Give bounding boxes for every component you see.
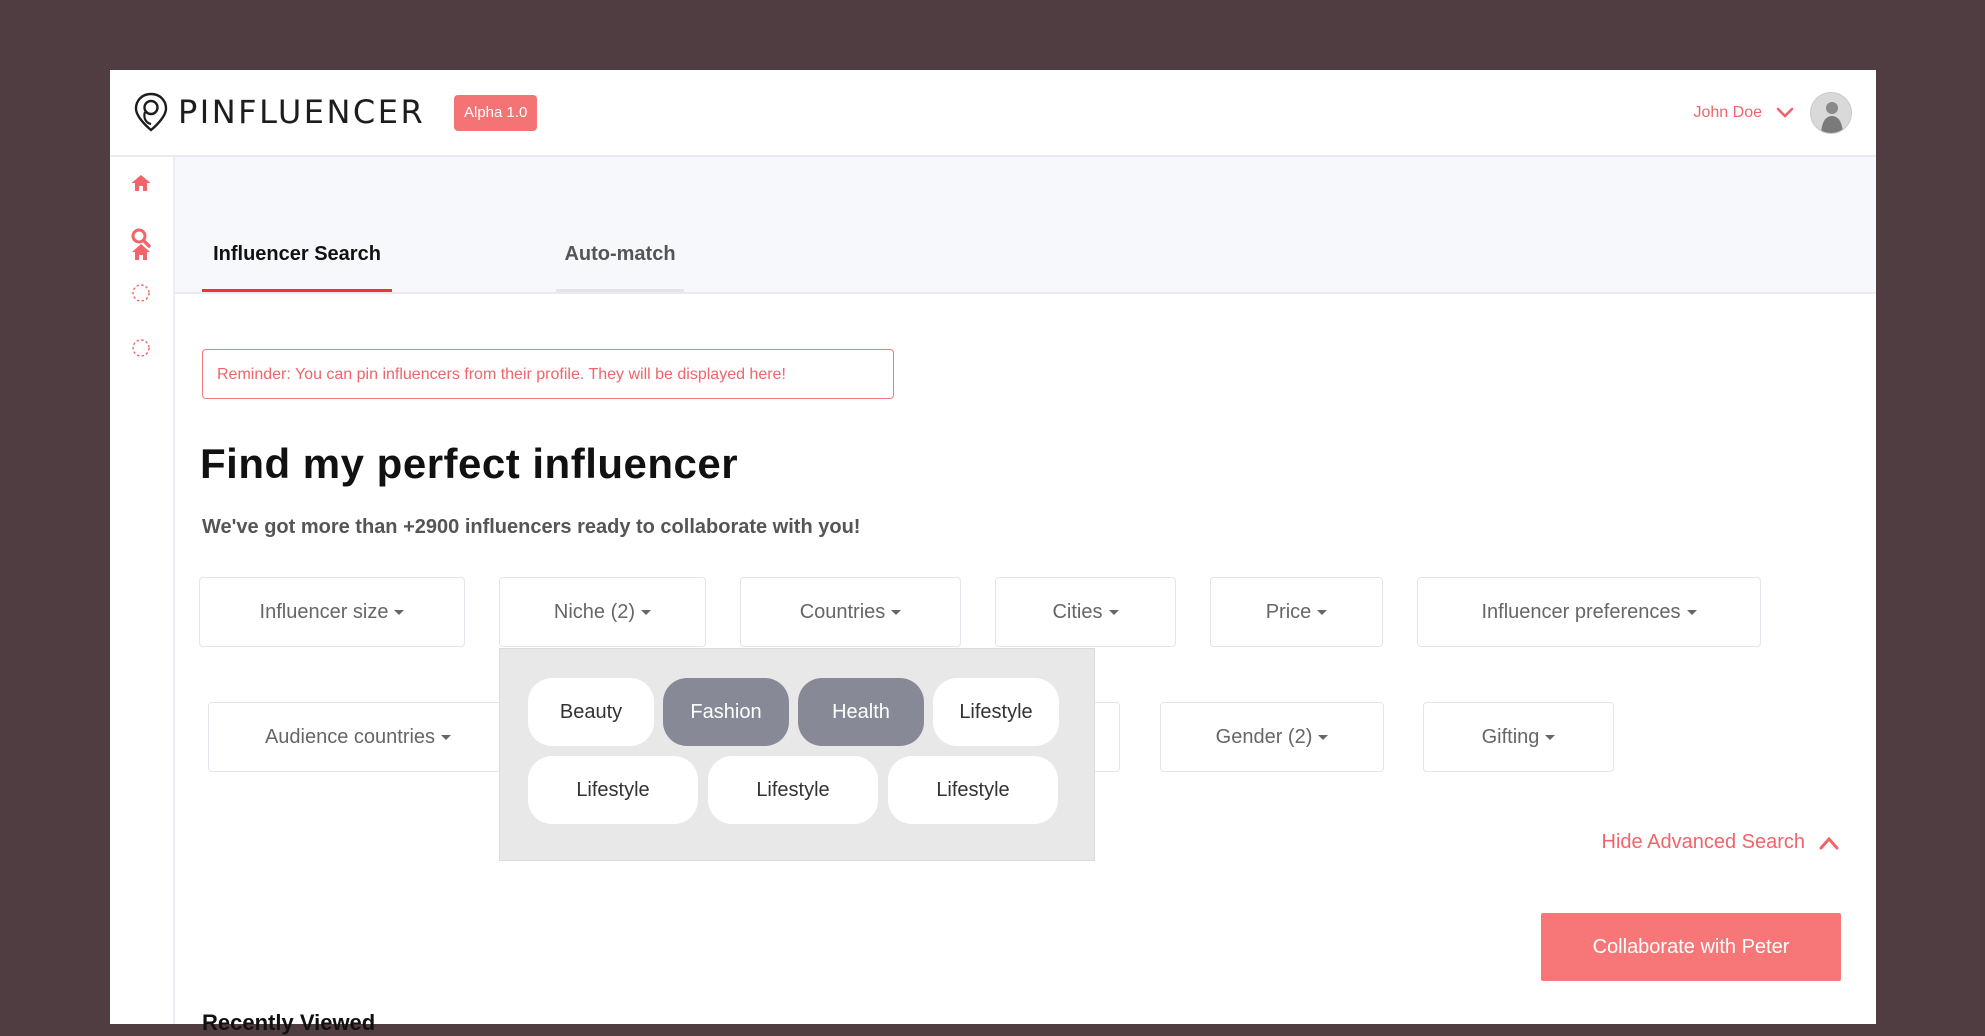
user-menu[interactable]: John Doe: [1693, 92, 1852, 134]
collaborate-button[interactable]: Collaborate with Peter: [1541, 913, 1841, 981]
tabs-bar: Influencer Search Auto-match: [175, 157, 1876, 294]
caret-down-icon: [394, 610, 405, 616]
logo[interactable]: PINFLUENCER: [134, 92, 425, 132]
niche-option-lifestyle[interactable]: Lifestyle: [708, 756, 878, 824]
chevron-down-icon[interactable]: [1776, 107, 1794, 119]
brand-name: PINFLUENCER: [178, 93, 426, 131]
filter-audience-countries[interactable]: Audience countries: [208, 702, 508, 772]
page-title: Find my perfect influencer: [200, 440, 739, 487]
filter-label: Audience countries: [264, 726, 436, 748]
avatar[interactable]: [1810, 92, 1852, 134]
caret-down-icon: [1317, 610, 1328, 616]
niche-option-beauty[interactable]: Beauty: [528, 678, 654, 746]
filter-influencer-preferences[interactable]: Influencer preferences: [1417, 577, 1761, 647]
filter-label: Cities: [1052, 601, 1103, 623]
tab-auto-match[interactable]: Auto-match: [556, 232, 684, 292]
tab-influencer-search[interactable]: Influencer Search: [202, 232, 392, 292]
hide-advanced-search-label: Hide Advanced Search: [1601, 831, 1805, 853]
home-icon[interactable]: [130, 172, 152, 194]
chevron-up-icon: [1819, 836, 1839, 849]
filter-label: Influencer size: [259, 601, 389, 623]
search-icon[interactable]: [130, 227, 152, 249]
niche-option-lifestyle[interactable]: Lifestyle: [528, 756, 698, 824]
caret-down-icon: [1686, 610, 1697, 616]
pin-logo-icon: [134, 92, 168, 132]
niche-option-health[interactable]: Health: [798, 678, 924, 746]
recently-viewed-heading: Recently Viewed: [202, 1010, 376, 1035]
filter-influencer-size[interactable]: Influencer size: [199, 577, 465, 647]
reminder-banner: Reminder: You can pin influencers from t…: [202, 349, 894, 399]
filter-label: Countries: [799, 601, 886, 623]
caret-down-icon: [641, 610, 652, 616]
filter-countries[interactable]: Countries: [740, 577, 961, 647]
filter-label: Niche (2): [553, 601, 636, 623]
filter-gender[interactable]: Gender (2): [1160, 702, 1384, 772]
top-bar: PINFLUENCER Alpha 1.0 John Doe: [110, 70, 1876, 157]
filter-label: Gender (2): [1215, 726, 1313, 748]
niche-dropdown: Beauty Fashion Health Lifestyle Lifestyl…: [499, 648, 1095, 861]
app-window: PINFLUENCER Alpha 1.0 John Doe Influence…: [110, 70, 1876, 1024]
caret-down-icon: [441, 735, 452, 741]
filter-label: Influencer preferences: [1481, 601, 1681, 623]
dotted-circle-icon[interactable]: [130, 337, 152, 359]
filter-label: Price: [1265, 601, 1312, 623]
user-name: John Doe: [1693, 104, 1763, 121]
niche-option-lifestyle[interactable]: Lifestyle: [888, 756, 1058, 824]
caret-down-icon: [891, 610, 902, 616]
niche-option-fashion[interactable]: Fashion: [663, 678, 789, 746]
filter-cities[interactable]: Cities: [995, 577, 1176, 647]
caret-down-icon: [1318, 735, 1329, 741]
hide-advanced-search-toggle[interactable]: Hide Advanced Search: [1602, 831, 1839, 854]
version-badge: Alpha 1.0: [454, 95, 538, 131]
niche-option-lifestyle[interactable]: Lifestyle: [933, 678, 1059, 746]
dotted-circle-icon[interactable]: [130, 282, 152, 304]
filter-price[interactable]: Price: [1210, 577, 1383, 647]
caret-down-icon: [1545, 735, 1556, 741]
filter-gifting[interactable]: Gifting: [1423, 702, 1614, 772]
filter-label: Gifting: [1481, 726, 1540, 748]
caret-down-icon: [1108, 610, 1119, 616]
page-subtitle: We've got more than +2900 influencers re…: [202, 516, 861, 538]
filter-niche[interactable]: Niche (2): [499, 577, 706, 647]
user-avatar-icon: [1811, 93, 1851, 133]
